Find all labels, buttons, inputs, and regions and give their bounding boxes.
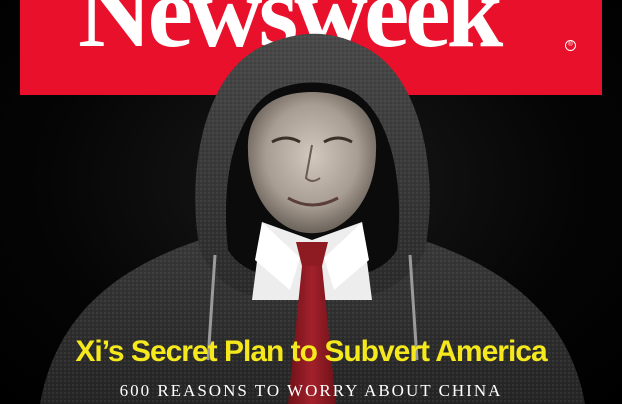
magazine-cover: Newsweek ® Xi’s Secret Plan to Subvert A… <box>0 0 622 404</box>
cover-subheadline: 600 REASONS TO WORRY ABOUT CHINA <box>119 381 503 400</box>
cover-headline: Xi’s Secret Plan to Subvert America <box>75 335 547 368</box>
